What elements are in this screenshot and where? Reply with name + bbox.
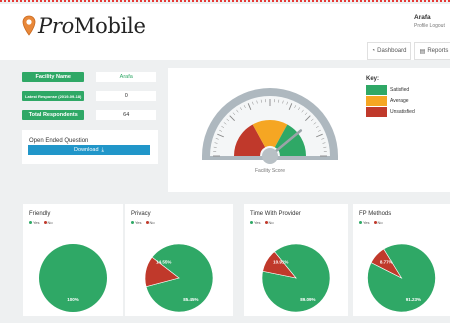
- total-label: Total Respondents: [22, 110, 85, 120]
- key-item: Average: [366, 96, 415, 106]
- pie-chart-privacy: 85.45% 14.55%: [144, 243, 214, 313]
- key-label: Unsatisfied: [390, 109, 415, 115]
- key-label: Average: [390, 98, 409, 104]
- facility-info-panel: Facility Name Arafa Latest Response (201…: [18, 66, 163, 190]
- download-button[interactable]: Download ⤓: [28, 145, 150, 155]
- pie-label-yes: 85.45%: [183, 297, 198, 302]
- key-item: Unsatisfied: [366, 107, 415, 117]
- key-swatch: [366, 85, 387, 95]
- user-links[interactable]: Profile Logout: [414, 23, 448, 29]
- gauge-key: Key: Satisfied Average Unsatisfied: [366, 76, 415, 118]
- total-row: Total Respondents 64: [22, 110, 156, 121]
- nav-dashboard-label: Dashboard: [377, 48, 407, 54]
- nav-reports-label: Reports: [427, 48, 449, 54]
- nav-reports-button[interactable]: ▤ Reports: [414, 42, 450, 60]
- pie-card-time-with-provider: Time With Provider Yes No 89.09% 10.91%: [244, 204, 348, 316]
- key-swatch: [366, 107, 387, 117]
- facility-row: Facility Name Arafa: [22, 72, 156, 83]
- key-label: Satisfied: [390, 87, 410, 93]
- open-ended-question-box: Open Ended Question Download ⤓: [22, 130, 158, 164]
- facility-score-gauge: Facility Score: [202, 88, 338, 174]
- gauge-panel: Facility Score Key: Satisfied Average Unsa…: [168, 68, 450, 192]
- user-name: Arafa: [414, 14, 431, 21]
- pie-chart-fp-methods: 91.23% 8.77%: [367, 243, 436, 313]
- logo[interactable]: ProMobile: [22, 14, 146, 38]
- key-title: Key:: [366, 76, 380, 82]
- user-menu[interactable]: Arafa Profile Logout: [414, 14, 448, 29]
- header: ProMobile Arafa Profile Logout ◔ Dashboa…: [0, 4, 450, 60]
- pie-chart-friendly: 100%: [39, 244, 107, 312]
- location-pin-icon: [22, 15, 36, 36]
- nav-dashboard-button[interactable]: ◔ Dashboard: [367, 42, 411, 60]
- gauge-caption: Facility Score: [255, 168, 285, 174]
- pie-label-no: 8.77%: [380, 260, 393, 265]
- download-icon: ⤓: [101, 146, 104, 153]
- pie-card-friendly: Friendly Yes No 100%: [23, 204, 123, 316]
- key-swatch: [366, 96, 387, 106]
- latest-value: 0: [96, 91, 156, 101]
- total-value: 64: [96, 110, 156, 120]
- brand-name: ProMobile: [38, 14, 146, 38]
- pie-chart-time-with-provider: 89.09% 10.91%: [261, 243, 331, 313]
- chart-icon: ◔: [371, 48, 376, 54]
- document-icon: ▤: [419, 48, 426, 55]
- key-item: Satisfied: [366, 85, 415, 95]
- pie-label-yes: 100%: [67, 297, 79, 302]
- pie-label-no: 10.91%: [273, 260, 288, 265]
- open-ended-title: Open Ended Question: [29, 138, 89, 144]
- pie-label-yes: 91.23%: [406, 297, 421, 302]
- pie-card-fp-methods: FP Methods Yes No 91.23% 8.77%: [353, 204, 450, 316]
- pie-label-yes: 89.09%: [300, 297, 315, 302]
- gauge-hub: [262, 148, 278, 164]
- facility-label: Facility Name: [22, 72, 85, 82]
- latest-row: Latest Response (2019-09-18) 0: [22, 91, 156, 102]
- facility-value: Arafa: [96, 72, 156, 82]
- download-label: Download: [74, 147, 99, 153]
- pie-label-no: 14.55%: [156, 260, 171, 265]
- latest-label: Latest Response (2019-09-18): [22, 91, 85, 101]
- pie-card-privacy: Privacy Yes No 85.45% 14.55%: [125, 204, 233, 316]
